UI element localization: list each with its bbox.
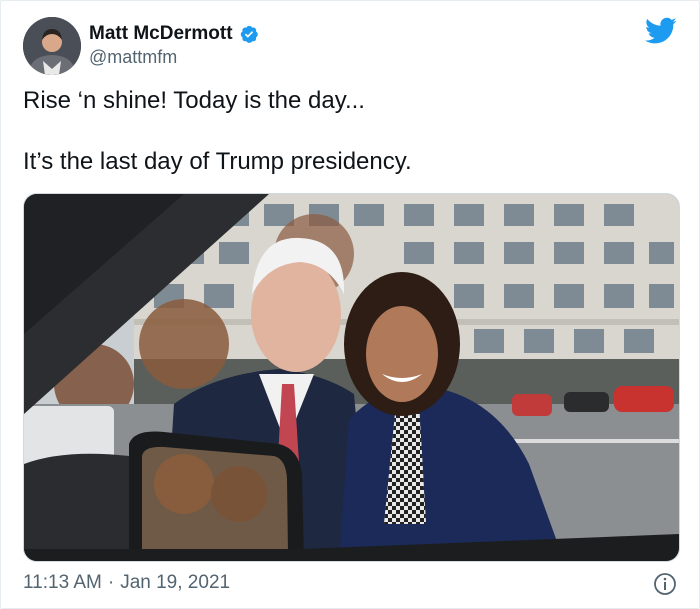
name-row: Matt McDermott xyxy=(89,23,259,45)
timestamp-separator: · xyxy=(107,572,115,593)
distant-car xyxy=(512,394,552,416)
tweet-text-line-2: It’s the last day of Trump presidency. xyxy=(23,148,412,175)
tweet-photo[interactable] xyxy=(23,193,680,562)
tweet-timestamp[interactable]: 11:13 AM · Jan 19, 2021 xyxy=(23,572,230,594)
tweet-date: Jan 19, 2021 xyxy=(120,572,231,593)
verified-badge-icon xyxy=(239,24,259,44)
twitter-bird-icon[interactable] xyxy=(645,17,677,45)
tweet-time: 11:13 AM xyxy=(23,572,102,593)
tweet-card: Matt McDermott @mattmfm Rise ‘n shine! T… xyxy=(0,0,700,609)
info-icon[interactable] xyxy=(653,572,677,596)
tweet-text-line-1: Rise ‘n shine! Today is the day... xyxy=(23,87,365,114)
avatar[interactable] xyxy=(23,17,81,75)
user-handle[interactable]: @mattmfm xyxy=(89,47,177,68)
person-right-face xyxy=(366,306,438,402)
display-name[interactable]: Matt McDermott xyxy=(89,23,233,45)
